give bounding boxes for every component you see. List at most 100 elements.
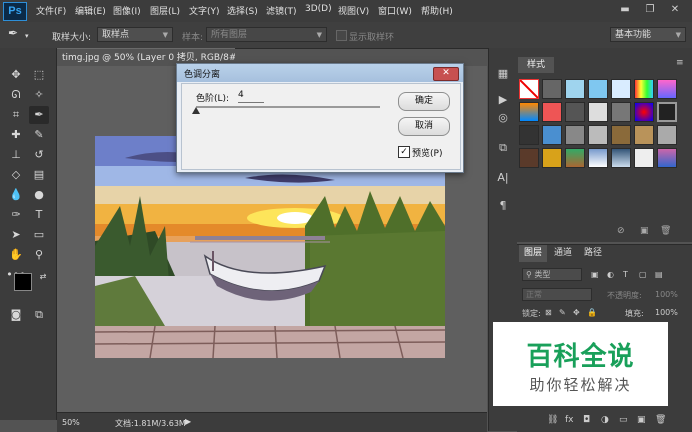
levels-slider-track[interactable] — [196, 106, 380, 108]
style-swatch[interactable] — [542, 102, 562, 122]
filter-type-icon[interactable]: T — [623, 270, 628, 279]
layer-kind-filter[interactable]: ⚲ 类型 — [522, 268, 582, 281]
dodge-tool-icon[interactable]: ● — [29, 186, 49, 204]
move-tool-icon[interactable]: ✥ — [6, 66, 26, 84]
style-swatch[interactable] — [519, 125, 539, 145]
style-swatch[interactable] — [634, 79, 654, 99]
brush-tool-icon[interactable]: ✎ — [29, 126, 49, 144]
menu-view[interactable]: 视图(V) — [338, 4, 369, 17]
swap-colors-icon[interactable]: ⇄ — [33, 268, 53, 286]
preview-checkbox[interactable]: ✓ — [398, 146, 410, 158]
eyedropper-preset-icon[interactable]: ✒ — [8, 26, 18, 40]
show-ring-checkbox[interactable] — [336, 30, 347, 41]
chevron-down-icon[interactable]: ▾ — [25, 32, 29, 40]
minimize-icon[interactable]: ▬ — [616, 2, 634, 18]
levels-input[interactable]: 4 — [238, 90, 264, 103]
link-layers-icon[interactable]: ⛓ — [547, 415, 558, 425]
paragraph-panel-icon[interactable]: ¶ — [495, 198, 511, 214]
delete-layer-icon[interactable]: 🗑 — [655, 415, 666, 425]
history-brush-tool-icon[interactable]: ↺ — [29, 146, 49, 164]
close-icon[interactable]: ✕ — [433, 67, 459, 81]
style-swatch[interactable] — [565, 79, 585, 99]
style-swatch[interactable] — [588, 148, 608, 168]
status-menu-arrow-icon[interactable]: ▶ — [185, 417, 191, 426]
menu-file[interactable]: 文件(F) — [36, 4, 66, 17]
path-selection-tool-icon[interactable]: ➤ — [6, 226, 26, 244]
style-swatch[interactable] — [611, 125, 631, 145]
properties-panel-icon[interactable]: ◎ — [495, 110, 511, 126]
document-info[interactable]: 文档:1.81M/3.63M — [115, 418, 186, 429]
lock-pixels-icon[interactable]: ⊠ — [545, 308, 552, 317]
menu-window[interactable]: 窗口(W) — [378, 4, 412, 17]
fx-icon[interactable]: fx — [565, 415, 574, 425]
eyedropper-tool-icon[interactable]: ✒ — [29, 106, 49, 124]
history-panel-icon[interactable]: ▦ — [495, 66, 511, 82]
style-swatch[interactable] — [634, 102, 654, 122]
style-swatch[interactable] — [634, 125, 654, 145]
menu-type[interactable]: 文字(Y) — [189, 4, 220, 17]
sample-select[interactable]: 所有图层 ▼ — [206, 27, 327, 42]
adjustment-layer-icon[interactable]: ◑ — [601, 415, 609, 425]
lock-paint-icon[interactable]: ✎ — [559, 308, 566, 317]
marquee-tool-icon[interactable]: ⬚ — [29, 66, 49, 84]
lock-position-icon[interactable]: ✥ — [573, 308, 580, 317]
filter-smart-object-icon[interactable]: ▤ — [655, 270, 663, 279]
close-icon[interactable]: ✕ — [666, 2, 684, 18]
style-swatch-none[interactable] — [519, 79, 539, 99]
style-swatch[interactable] — [611, 148, 631, 168]
style-swatch[interactable] — [634, 148, 654, 168]
menu-layer[interactable]: 图层(L) — [150, 4, 180, 17]
filter-shape-icon[interactable]: ▢ — [639, 270, 647, 279]
restore-icon[interactable]: ❐ — [641, 2, 659, 18]
crop-tool-icon[interactable]: ⌗ — [6, 106, 26, 124]
style-swatch[interactable] — [611, 102, 631, 122]
panel-menu-icon[interactable]: ≡ — [676, 58, 684, 68]
brush-panel-icon[interactable]: ⧉ — [495, 140, 511, 156]
sample-size-select[interactable]: 取样点 ▼ — [97, 27, 173, 42]
style-swatch[interactable] — [657, 79, 677, 99]
tab-channels[interactable]: 通道 — [549, 245, 577, 262]
tab-layers[interactable]: 图层 — [519, 245, 548, 262]
type-tool-icon[interactable]: T — [29, 206, 49, 224]
opacity-value[interactable]: 100% — [655, 290, 678, 299]
style-swatch[interactable] — [519, 102, 539, 122]
gradient-tool-icon[interactable]: ▤ — [29, 166, 49, 184]
menu-3d[interactable]: 3D(D) — [305, 4, 332, 14]
style-swatch[interactable] — [588, 79, 608, 99]
style-swatch[interactable] — [542, 148, 562, 168]
style-swatch[interactable] — [542, 79, 562, 99]
new-style-icon[interactable]: ▣ — [640, 226, 649, 236]
style-swatch[interactable] — [657, 148, 677, 168]
filter-pixel-icon[interactable]: ▣ — [591, 270, 599, 279]
lasso-tool-icon[interactable]: ᘏ — [6, 86, 26, 104]
actions-panel-icon[interactable]: ▶ — [495, 92, 511, 108]
pen-tool-icon[interactable]: ✑ — [6, 206, 26, 224]
screen-mode-icon[interactable]: ⧉ — [29, 306, 49, 324]
delete-style-icon[interactable]: 🗑 — [660, 226, 671, 236]
filter-adjustment-icon[interactable]: ◐ — [607, 270, 614, 279]
style-swatch[interactable] — [565, 125, 585, 145]
rectangle-tool-icon[interactable]: ▭ — [29, 226, 49, 244]
menu-select[interactable]: 选择(S) — [227, 4, 258, 17]
style-swatch[interactable] — [565, 102, 585, 122]
character-panel-icon[interactable]: A| — [495, 170, 511, 186]
menu-edit[interactable]: 编辑(E) — [75, 4, 106, 17]
add-mask-icon[interactable]: ◘ — [583, 415, 590, 425]
style-swatch[interactable] — [542, 125, 562, 145]
lock-all-icon[interactable]: 🔒 — [587, 308, 597, 317]
menu-help[interactable]: 帮助(H) — [421, 4, 453, 17]
workspace-select[interactable]: 基本功能 ▼ — [610, 27, 686, 42]
style-swatch[interactable] — [657, 102, 677, 122]
clear-style-icon[interactable]: ⊘ — [617, 226, 625, 236]
tab-paths[interactable]: 路径 — [579, 245, 607, 262]
style-swatch[interactable] — [611, 79, 631, 99]
magic-wand-tool-icon[interactable]: ✧ — [29, 86, 49, 104]
fill-value[interactable]: 100% — [655, 308, 678, 317]
zoom-tool-icon[interactable]: ⚲ — [29, 246, 49, 264]
new-group-icon[interactable]: ▭ — [619, 415, 628, 425]
new-layer-icon[interactable]: ▣ — [637, 415, 646, 425]
healing-brush-tool-icon[interactable]: ✚ — [6, 126, 26, 144]
dialog-titlebar[interactable]: 色调分离 ✕ — [177, 64, 463, 82]
tab-styles[interactable]: 样式 — [518, 57, 554, 73]
blur-tool-icon[interactable]: 💧 — [6, 186, 26, 204]
